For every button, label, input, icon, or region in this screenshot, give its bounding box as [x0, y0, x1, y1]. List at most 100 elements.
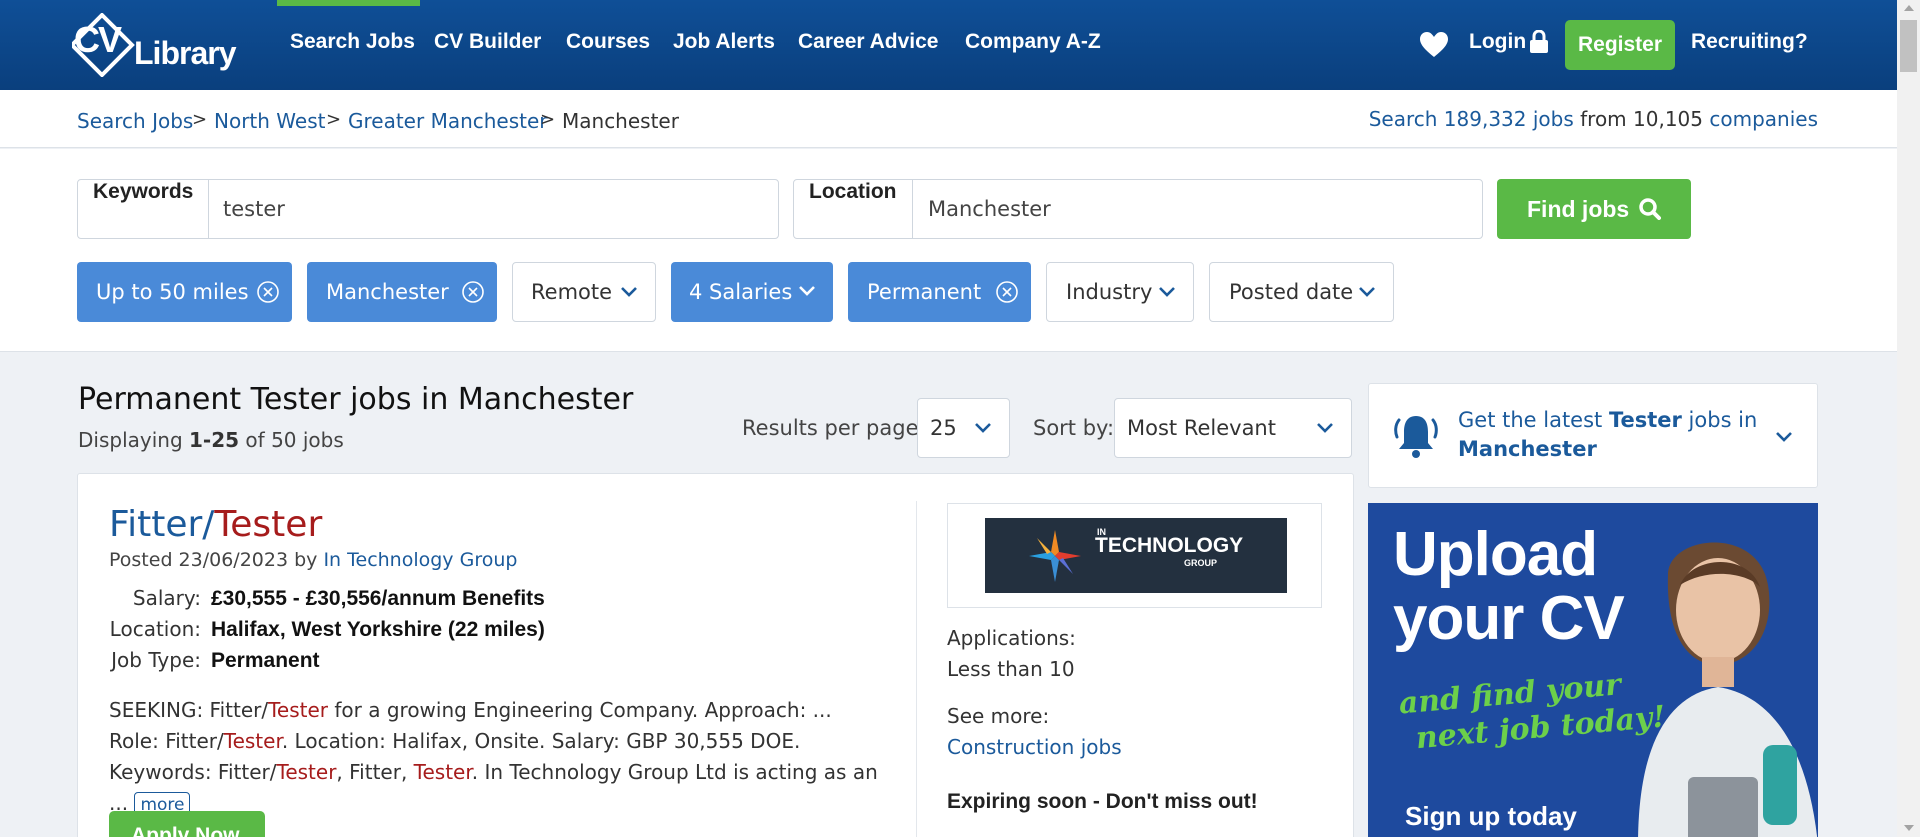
keywords-input[interactable]: [223, 180, 763, 238]
job-salary-label: Salary:: [132, 586, 201, 610]
job-alert-middle: jobs in: [1681, 408, 1758, 432]
card-divider: [916, 501, 917, 837]
remove-filter-icon[interactable]: [257, 281, 279, 303]
location-input[interactable]: [928, 180, 1468, 238]
chevron-down-icon: [621, 287, 637, 297]
remove-filter-icon[interactable]: [996, 281, 1018, 303]
banner-headline-line2: your CV: [1393, 584, 1625, 653]
job-type-value: Permanent: [211, 649, 320, 672]
search-count-middle: from 10,105: [1573, 107, 1710, 131]
filter-industry[interactable]: Industry: [1046, 262, 1194, 322]
company-logo: IN TECHNOLOGY GROUP: [985, 518, 1287, 593]
nav-cv-builder[interactable]: CV Builder: [434, 30, 541, 54]
applications-label: Applications:: [947, 626, 1076, 650]
see-more-label: See more:: [947, 704, 1050, 728]
banner-headline: Upload your CV: [1393, 520, 1625, 653]
filter-distance[interactable]: Up to 50 miles: [77, 262, 292, 322]
recruiting-link[interactable]: Recruiting?: [1691, 30, 1808, 54]
filter-salaries[interactable]: 4 Salaries: [671, 262, 833, 322]
job-salary-value: £30,555 - £30,556/annum Benefits: [211, 587, 545, 610]
company-logo-small: IN: [1097, 527, 1106, 537]
expiring-notice: Expiring soon - Don't miss out!: [947, 790, 1258, 813]
job-title-highlight: Tester: [214, 504, 323, 545]
top-navigation: CV Library Search Jobs CV Builder Course…: [0, 0, 1897, 90]
search-count-prefix[interactable]: Search: [1369, 107, 1444, 131]
lock-icon: [1530, 30, 1548, 53]
scrollbar-thumb[interactable]: [1900, 20, 1917, 72]
job-location-label: Location:: [109, 617, 201, 641]
company-logo-sub: GROUP: [1184, 558, 1218, 568]
nav-company-a-z[interactable]: Company A-Z: [965, 30, 1101, 54]
chevron-down-icon: [975, 423, 991, 433]
job-posted-prefix: Posted 23/06/2023 by: [109, 549, 324, 571]
scroll-up-arrow-icon[interactable]: [1904, 5, 1914, 11]
job-desc-text: SEEKING: Fitter/: [109, 698, 269, 722]
job-alert-text: Get the latest Tester jobs in Manchester: [1458, 406, 1778, 464]
chevron-down-icon: [799, 286, 815, 296]
search-panel: Keywords Location Find jobs Up to 50 mil…: [0, 149, 1897, 352]
filter-remote-label: Remote: [531, 280, 613, 304]
location-label: Location: [794, 180, 913, 238]
find-jobs-button[interactable]: Find jobs: [1497, 179, 1691, 239]
remove-filter-icon[interactable]: [462, 281, 484, 303]
job-salary-row: Salary: £30,555 - £30,556/annum Benefits: [109, 586, 545, 611]
breadcrumb-separator: >: [540, 109, 556, 130]
search-count-jobs-link[interactable]: 189,332 jobs: [1444, 107, 1574, 131]
banner-headline-line1: Upload: [1393, 520, 1598, 589]
nav-career-advice[interactable]: Career Advice: [798, 30, 938, 54]
breadcrumb-north-west[interactable]: North West: [214, 109, 325, 133]
chevron-down-icon: [1359, 287, 1375, 297]
job-desc-highlight: Tester: [223, 729, 282, 753]
filter-posted-date-label: Posted date: [1229, 280, 1354, 304]
nav-job-alerts[interactable]: Job Alerts: [673, 30, 775, 54]
search-count-companies-link[interactable]: companies: [1709, 107, 1818, 131]
job-location-row: Location: Halifax, West Yorkshire (22 mil…: [109, 617, 545, 642]
login-link[interactable]: Login: [1469, 30, 1526, 54]
job-title-prefix: Fitter/: [109, 504, 215, 545]
cv-library-logo[interactable]: CV Library: [72, 13, 242, 77]
active-nav-indicator: [277, 0, 420, 6]
banner-cta[interactable]: Sign up today: [1405, 801, 1577, 832]
job-alert-box[interactable]: Get the latest Tester jobs in Manchester: [1368, 383, 1818, 488]
sort-by-value: Most Relevant: [1127, 416, 1276, 440]
chevron-down-icon: [1776, 432, 1792, 442]
company-logo-box[interactable]: IN TECHNOLOGY GROUP: [947, 503, 1322, 608]
logo-library-text: Library: [134, 35, 236, 71]
keywords-field: Keywords: [77, 179, 779, 239]
keywords-label: Keywords: [78, 180, 210, 238]
filter-industry-label: Industry: [1066, 280, 1153, 304]
job-desc-highlight: Tester: [413, 760, 472, 784]
apply-now-button[interactable]: Apply Now: [109, 811, 265, 837]
filter-salaries-label: 4 Salaries: [689, 280, 793, 304]
filter-location[interactable]: Manchester: [307, 262, 497, 322]
breadcrumb: Search Jobs > North West > Greater Manch…: [0, 90, 1897, 148]
find-jobs-label: Find jobs: [1527, 196, 1630, 222]
chevron-down-icon: [1317, 423, 1333, 433]
scroll-down-arrow-icon[interactable]: [1904, 825, 1914, 831]
heart-icon[interactable]: [1420, 32, 1448, 58]
breadcrumb-greater-manchester[interactable]: Greater Manchester: [348, 109, 548, 133]
filter-remote[interactable]: Remote: [512, 262, 656, 322]
job-title-link[interactable]: Fitter/Tester: [109, 504, 322, 545]
nav-search-jobs[interactable]: Search Jobs: [290, 30, 415, 54]
page-scrollbar[interactable]: [1897, 0, 1920, 837]
job-posted: Posted 23/06/2023 by In Technology Group: [109, 549, 517, 571]
job-type-row: Job Type: Permanent: [109, 648, 320, 673]
results-per-page-select[interactable]: 25: [917, 398, 1010, 458]
job-alert-location: Manchester: [1458, 437, 1597, 461]
register-button[interactable]: Register: [1565, 20, 1675, 70]
upload-cv-banner[interactable]: Upload your CV and find your next job to…: [1368, 503, 1818, 837]
job-location-value: Halifax, West Yorkshire (22 miles): [211, 618, 545, 641]
breadcrumb-separator: >: [192, 109, 208, 130]
results-count-suffix: of 50 jobs: [239, 428, 344, 452]
filter-job-type[interactable]: Permanent: [848, 262, 1031, 322]
company-logo-mark-icon: [1029, 530, 1081, 582]
filter-posted-date[interactable]: Posted date: [1209, 262, 1394, 322]
breadcrumb-current: Manchester: [562, 109, 679, 133]
nav-courses[interactable]: Courses: [566, 30, 650, 54]
sort-by-select[interactable]: Most Relevant: [1114, 398, 1352, 458]
job-company-link[interactable]: In Technology Group: [323, 549, 517, 571]
breadcrumb-search-jobs[interactable]: Search Jobs: [77, 109, 193, 133]
see-more-link[interactable]: Construction jobs: [947, 735, 1122, 759]
company-logo-name: TECHNOLOGY: [1095, 534, 1244, 557]
